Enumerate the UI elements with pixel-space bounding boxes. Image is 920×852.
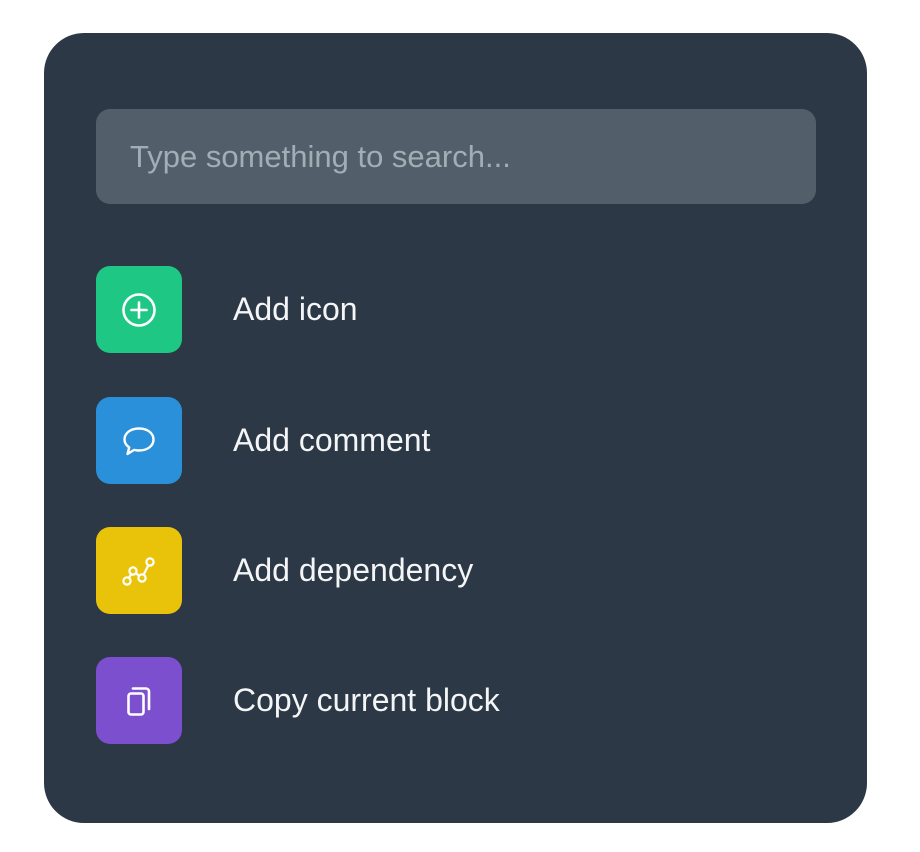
search-input[interactable] — [130, 138, 816, 175]
search-box[interactable] — [96, 109, 816, 204]
add-comment-tile — [96, 397, 182, 484]
command-palette: Add icon Add comment Add dependency — [44, 33, 867, 823]
speech-bubble-icon — [123, 426, 155, 455]
graph-nodes-icon — [122, 556, 155, 586]
menu-item-add-comment[interactable]: Add comment — [96, 397, 430, 484]
copy-current-block-tile — [96, 657, 182, 744]
menu-item-label: Copy current block — [233, 682, 500, 718]
menu-item-label: Add comment — [233, 422, 431, 458]
menu-item-label: Add dependency — [233, 552, 474, 588]
copy-icon — [127, 686, 151, 716]
menu-item-add-icon[interactable]: Add icon — [96, 266, 358, 353]
add-dependency-tile — [96, 527, 182, 614]
menu-item-label: Add icon — [233, 291, 358, 327]
menu-item-copy-current-block[interactable]: Copy current block — [96, 657, 500, 744]
menu-item-add-dependency[interactable]: Add dependency — [96, 527, 473, 614]
plus-circle-icon — [122, 292, 156, 327]
add-icon-tile — [96, 266, 182, 353]
